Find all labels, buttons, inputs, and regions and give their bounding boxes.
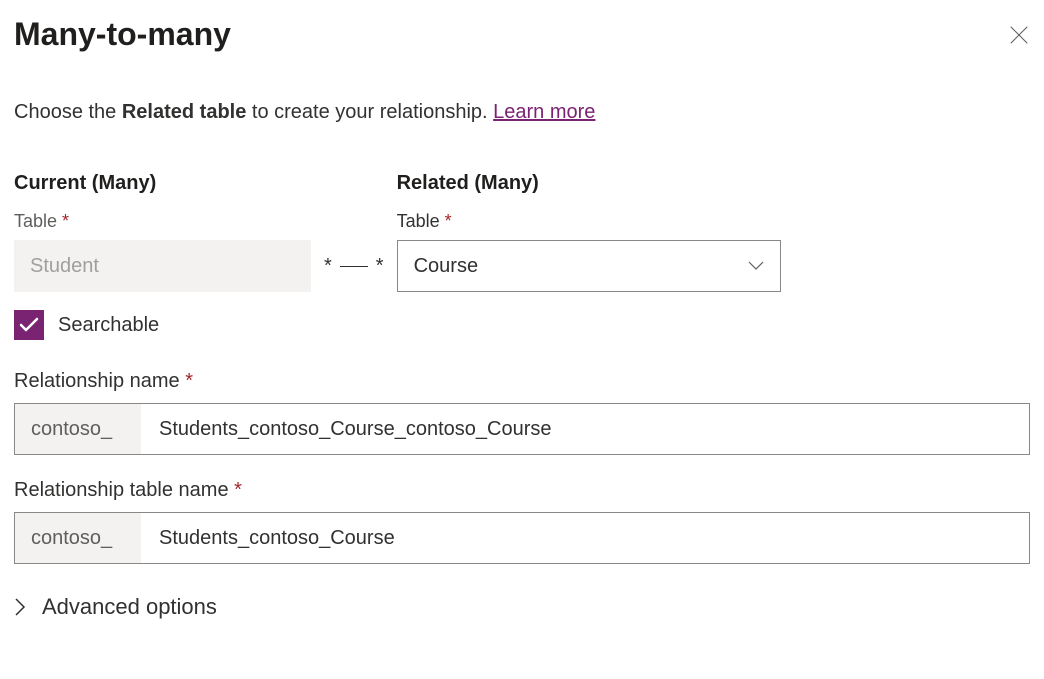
related-table-label: Table * xyxy=(397,211,781,232)
current-table-input: Student xyxy=(14,240,311,292)
chevron-right-icon xyxy=(14,597,26,617)
chevron-down-icon xyxy=(748,261,764,271)
relationship-table-name-input[interactable] xyxy=(141,513,1029,563)
relationship-table-name-prefix: contoso_ xyxy=(15,513,141,563)
relationship-table-name-label: Relationship table name * xyxy=(14,479,1030,502)
intro-text: Choose the Related table to create your … xyxy=(14,101,1030,124)
searchable-checkbox[interactable] xyxy=(14,310,44,340)
related-table-select[interactable]: Course xyxy=(397,240,781,292)
learn-more-link[interactable]: Learn more xyxy=(493,101,595,123)
relationship-name-input[interactable] xyxy=(141,404,1029,454)
close-icon[interactable] xyxy=(1008,24,1030,46)
connector-star-left: * xyxy=(324,255,332,278)
current-table-label: Table * xyxy=(14,211,311,232)
advanced-options-label: Advanced options xyxy=(42,594,217,620)
relationship-name-label: Relationship name * xyxy=(14,370,1030,393)
dialog-title: Many-to-many xyxy=(14,16,231,53)
relationship-name-prefix: contoso_ xyxy=(15,404,141,454)
connector-star-right: * xyxy=(376,255,384,278)
related-section-label: Related (Many) xyxy=(397,172,781,195)
current-section-label: Current (Many) xyxy=(14,172,311,195)
relationship-connector: * * xyxy=(311,240,397,292)
related-table-value: Course xyxy=(414,255,478,278)
advanced-options-toggle[interactable]: Advanced options xyxy=(14,594,1030,620)
searchable-label: Searchable xyxy=(58,314,159,337)
connector-line xyxy=(340,266,368,267)
